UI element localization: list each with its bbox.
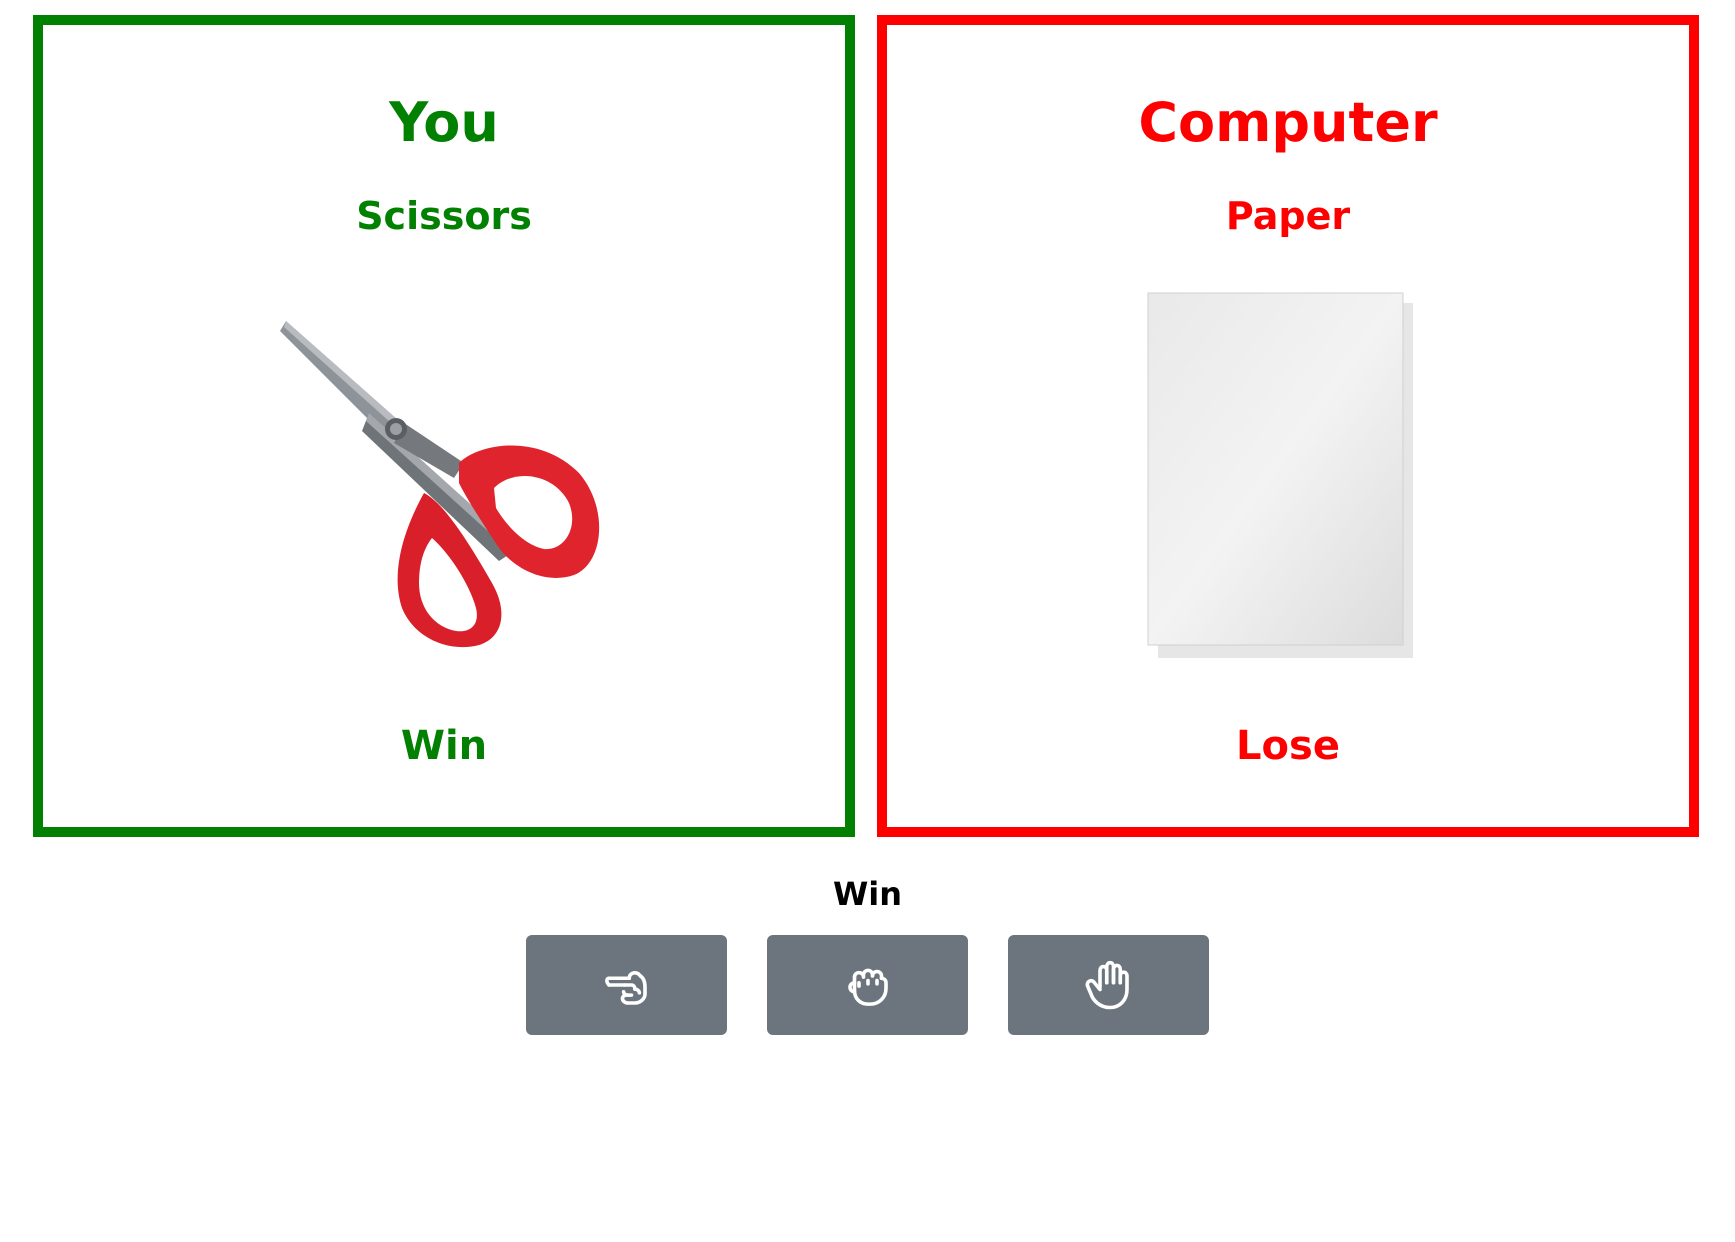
- choice-buttons: [526, 935, 1209, 1035]
- paper-icon: [1147, 292, 1413, 658]
- paper-button[interactable]: [1008, 935, 1209, 1035]
- hand-rock-icon: [847, 968, 888, 1006]
- hand-scissors-icon: [604, 971, 647, 1005]
- player-title: You: [389, 91, 499, 154]
- player-choice: Scissors: [356, 194, 532, 238]
- player-result: Win: [400, 723, 488, 769]
- scissors-icon: [280, 321, 600, 648]
- computer-choice: Paper: [1225, 194, 1351, 238]
- paper-image: [887, 273, 1689, 693]
- player-panel: You Scissors Win: [33, 15, 855, 837]
- scissors-image: [43, 273, 845, 693]
- computer-title: Computer: [1138, 91, 1438, 154]
- computer-result: Lose: [1236, 723, 1340, 769]
- rock-button[interactable]: [767, 935, 968, 1035]
- hand-paper-icon: [1085, 960, 1129, 1010]
- round-result: Win: [832, 875, 903, 913]
- computer-panel: Computer Paper Lose: [877, 15, 1699, 837]
- scissors-button[interactable]: [526, 935, 727, 1035]
